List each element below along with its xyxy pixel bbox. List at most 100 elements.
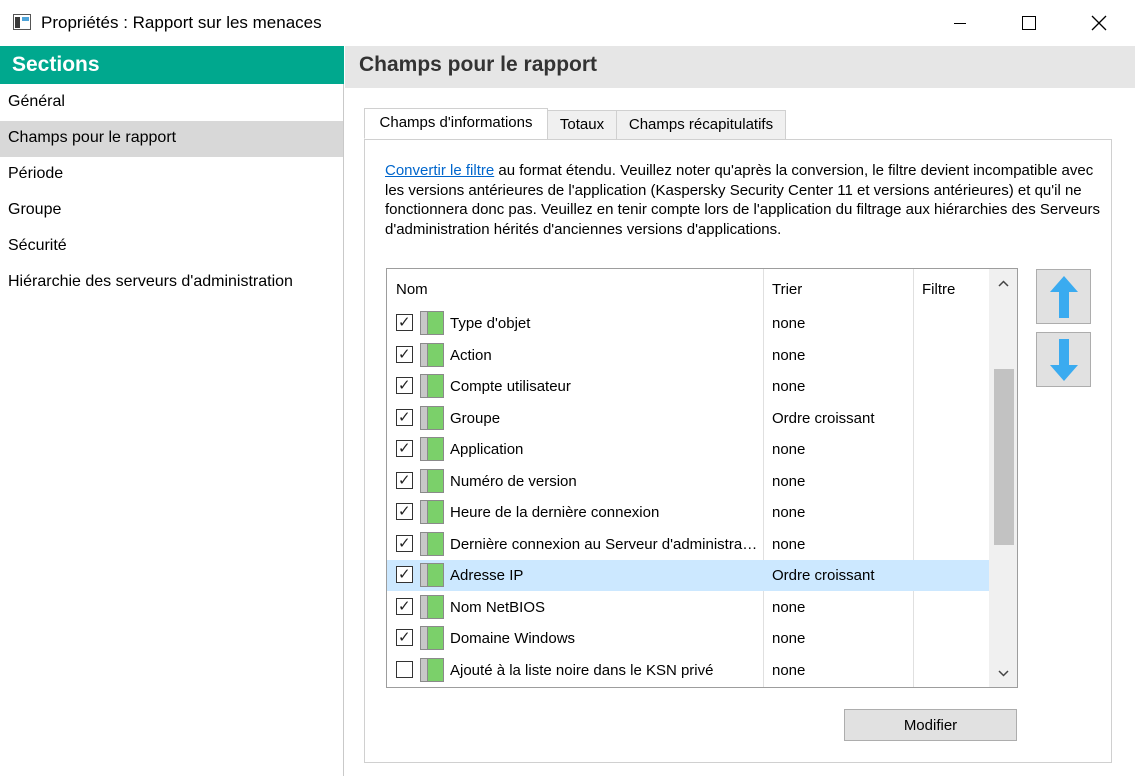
column-header-filter[interactable]: Filtre [913,269,989,307]
table-row[interactable]: ✓ Type d'objet none [387,308,989,339]
field-name: Heure de la dernière connexion [450,504,660,521]
field-name: Ajouté à la liste noire dans le KSN priv… [450,661,714,679]
minimize-button[interactable] [925,0,995,46]
row-checkbox[interactable]: ✓ [396,314,413,331]
column-field-icon [420,626,444,650]
checkmark-icon: ✓ [398,440,411,457]
sections-header: Sections [0,46,344,84]
scroll-down-icon[interactable] [989,659,1017,687]
field-name: Nom NetBIOS [450,598,546,616]
column-field-icon [420,594,444,619]
field-sort-order: none [772,535,806,553]
table-row[interactable]: ✓ Heure de la dernière connexion none [387,497,989,528]
row-checkbox[interactable]: ✓ [396,408,413,426]
table-row[interactable]: ✓ Numéro de version none [387,466,989,497]
checkmark-icon: ✓ [398,566,411,583]
checkmark-icon: ✓ [398,408,411,426]
field-sort-order: none [772,630,806,647]
checkmark-icon: ✓ [398,503,411,520]
row-checkbox[interactable]: ✓ [396,440,413,457]
tab-information-fields[interactable]: Champs d'informations [364,108,548,139]
table-scrollbar[interactable] [989,269,1017,687]
row-checkbox[interactable]: ✓ [396,377,413,394]
scroll-up-icon[interactable] [989,269,1017,297]
scrollbar-thumb[interactable] [994,369,1014,545]
fields-table: Nom Trier Filtre ✓ Type d'objet none ✓ Actio… [386,268,1018,688]
field-sort-order: Ordre croissant [772,567,875,584]
table-row[interactable]: ✓ Groupe Ordre croissant [387,403,989,434]
convert-filter-link[interactable]: Convertir le filtre [385,162,494,179]
field-sort-order: none [772,378,806,395]
checkmark-icon: ✓ [398,314,411,331]
field-name: Numéro de version [450,472,577,490]
table-row[interactable]: Ajouté à la liste noire dans le KSN priv… [387,655,989,686]
field-name: Domaine Windows [450,630,576,647]
row-checkbox[interactable]: ✓ [396,503,413,520]
field-name: Application [450,441,524,458]
modify-button[interactable]: Modifier [844,709,1017,741]
row-checkbox[interactable]: ✓ [396,534,413,552]
row-checkbox[interactable]: ✓ [396,597,413,615]
move-up-button[interactable] [1036,269,1091,324]
column-field-icon [420,342,444,367]
table-row[interactable]: ✓ Domaine Windows none [387,623,989,654]
field-name: Dernière connexion au Serveur d'administ… [450,535,760,553]
checkmark-icon: ✓ [398,377,411,394]
table-row[interactable]: ✓ Nom NetBIOS none [387,592,989,623]
row-checkbox[interactable]: ✓ [396,629,413,646]
sections-sidebar: Sections Général Champs pour le rapport … [0,46,344,776]
table-row[interactable]: ✓ Dernière connexion au Serveur d'adminis… [387,529,989,560]
table-row[interactable]: ✓ Compte utilisateur none [387,371,989,402]
column-field-icon [420,437,444,461]
maximize-button[interactable] [994,0,1064,46]
field-name: Compte utilisateur [450,378,571,395]
row-checkbox[interactable]: ✓ [396,471,413,489]
column-field-icon [420,374,444,398]
column-header-name[interactable]: Nom [387,269,763,307]
field-sort-order: none [772,472,806,490]
field-sort-order: Ordre croissant [772,409,875,427]
tab-totals[interactable]: Totaux [547,110,617,140]
field-name: Action [450,346,492,364]
app-icon [13,14,31,30]
field-name: Type d'objet [450,315,531,332]
field-sort-order: none [772,315,806,332]
sidebar-item-group[interactable]: Groupe [0,193,343,229]
column-header-sort[interactable]: Trier [763,269,913,307]
checkmark-icon: ✓ [398,471,411,489]
maximize-icon [1022,16,1036,30]
sidebar-item-report-fields[interactable]: Champs pour le rapport [0,121,343,157]
column-field-icon [420,500,444,524]
sidebar-item-general[interactable]: Général [0,85,343,121]
sidebar-item-server-hierarchy[interactable]: Hiérarchie des serveurs d'administration [0,265,343,301]
field-name: Adresse IP [450,567,524,584]
field-sort-order: none [772,598,806,616]
checkmark-icon: ✓ [398,597,411,615]
table-row[interactable]: ✓ Application none [387,434,989,465]
column-field-icon [420,405,444,430]
checkmark-icon: ✓ [398,345,411,363]
column-field-icon [420,311,444,335]
close-button[interactable] [1064,0,1134,46]
arrow-down-icon [1049,338,1078,381]
sidebar-item-period[interactable]: Période [0,157,343,193]
field-sort-order: none [772,661,806,679]
close-icon [1091,15,1107,31]
tab-summary-fields[interactable]: Champs récapitulatifs [616,110,786,140]
table-row[interactable]: ✓ Action none [387,340,989,371]
minimize-icon [954,22,966,24]
field-sort-order: none [772,441,806,458]
row-checkbox[interactable]: ✓ [396,345,413,363]
column-field-icon [420,531,444,556]
page-title: Champs pour le rapport [345,46,1135,88]
table-row[interactable]: ✓ Adresse IP Ordre croissant [387,560,989,591]
checkmark-icon: ✓ [398,534,411,552]
column-field-icon [420,468,444,493]
field-sort-order: none [772,346,806,364]
move-down-button[interactable] [1036,332,1091,387]
sidebar-item-security[interactable]: Sécurité [0,229,343,265]
arrow-up-icon [1049,275,1078,318]
row-checkbox[interactable]: ✓ [396,566,413,583]
filter-description: Convertir le filtre au format étendu. Ve… [385,161,1105,239]
row-checkbox[interactable] [396,660,413,678]
